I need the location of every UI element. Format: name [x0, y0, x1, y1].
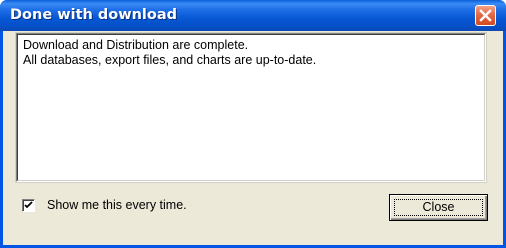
- checkmark-icon: [24, 201, 33, 209]
- show-every-time-checkbox[interactable]: [22, 199, 35, 212]
- show-every-time-label[interactable]: Show me this every time.: [47, 197, 187, 214]
- close-button[interactable]: Close: [389, 194, 488, 221]
- message-box-frame: Download and Distribution are complete. …: [17, 34, 485, 181]
- message-line: Download and Distribution are complete.: [23, 38, 249, 52]
- message-box: Download and Distribution are complete. …: [15, 32, 487, 183]
- close-icon: [479, 9, 492, 22]
- message-line: All databases, export files, and charts …: [23, 53, 317, 67]
- title-bar[interactable]: Done with download: [0, 0, 506, 31]
- dialog-window: Done with download Download and Distribu…: [0, 0, 506, 248]
- title-close-button[interactable]: [475, 5, 496, 26]
- close-button-label: Close: [422, 200, 455, 214]
- window-title: Done with download: [10, 7, 178, 23]
